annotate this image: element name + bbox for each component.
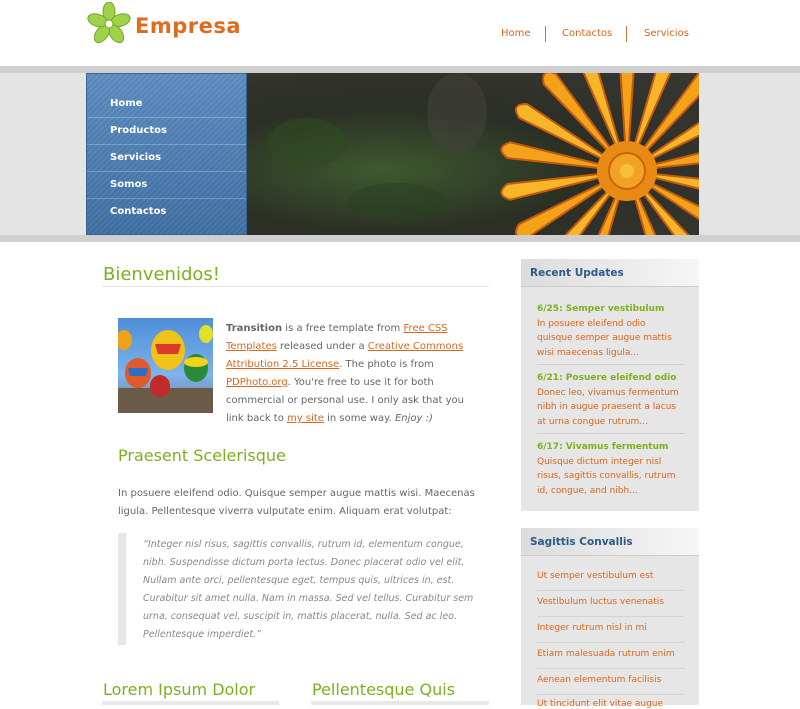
topnav-home[interactable]: Home (501, 28, 531, 39)
sidebar-link[interactable]: Ut semper vestibulum est (537, 571, 653, 581)
intro-paragraph: Transition is a free template from Free … (226, 320, 476, 428)
blockquote: “Integer nisl risus, sagittis convallis,… (143, 539, 474, 640)
my-site-link[interactable]: my site (287, 413, 324, 424)
update-item[interactable]: 6/21: Posuere eleifend odio Donec leo, v… (537, 371, 682, 429)
update-item[interactable]: 6/17: Vivamus fermentum Quisque dictum i… (537, 440, 682, 498)
update-body[interactable]: Quisque dictum integer nisl risus, sagit… (537, 455, 682, 499)
update-divider (537, 364, 685, 365)
heading-divider (102, 286, 489, 287)
blockquote-bar (118, 533, 126, 645)
link-divider (537, 642, 685, 643)
update-body[interactable]: Donec leo, vivamus fermentum nibh in aug… (537, 386, 682, 430)
topnav-divider (626, 26, 627, 42)
link-divider (537, 694, 685, 695)
sidenav-item-servicios[interactable]: Servicios (87, 145, 246, 172)
page-title: Bienvenidos! (103, 264, 220, 285)
sidenav-label: Home (110, 98, 143, 109)
balloons-thumbnail-image (118, 318, 213, 413)
bottom-right-heading: Pellentesque Quis (312, 680, 455, 699)
recent-updates-title: Recent Updates (530, 267, 624, 279)
hero-bottom-band (0, 235, 800, 242)
link-divider (537, 668, 685, 669)
enjoy-text: Enjoy :) (394, 413, 433, 424)
sidenav-label: Servicios (110, 152, 162, 163)
sagittis-convallis-title: Sagittis Convallis (530, 536, 633, 548)
sidebar-link[interactable]: Etiam malesuada rutrum enim (537, 649, 675, 659)
sidenav-item-productos[interactable]: Productos (87, 118, 246, 145)
topnav-servicios[interactable]: Servicios (644, 28, 689, 39)
brand-name[interactable]: Empresa (135, 14, 241, 38)
hero-top-band (0, 66, 800, 73)
pdphoto-link[interactable]: PDPhoto.org (226, 377, 288, 388)
sidebar-link[interactable]: Integer rutrum nisl in mi (537, 623, 647, 633)
sidenav-item-contactos[interactable]: Contactos (87, 199, 246, 226)
header: Empresa Home Contactos Servicios (0, 0, 800, 66)
sidenav-item-somos[interactable]: Somos (87, 172, 246, 199)
section-heading: Praesent Scelerisque (118, 446, 286, 465)
gazania-flower-image (267, 73, 699, 235)
update-body[interactable]: In posuere eleifend odio quisque semper … (537, 317, 682, 361)
body-paragraph: In posuere eleifend odio. Quisque semper… (118, 488, 475, 517)
sidebar-link[interactable]: Ut tincidunt elit vitae augue (537, 699, 663, 709)
sidenav-label: Productos (110, 125, 167, 136)
intro-text: in some way. (323, 413, 395, 424)
hero-flower-image (247, 73, 699, 235)
sidenav-label: Somos (110, 179, 148, 190)
update-item[interactable]: 6/25: Semper vestibulum In posuere eleif… (537, 302, 682, 360)
intro-text: released under a (276, 341, 368, 352)
side-navigation: Home Productos Servicios Somos Contactos (86, 73, 247, 235)
link-divider (537, 590, 685, 591)
topnav-divider (545, 26, 546, 42)
bottom-left-heading: Lorem Ipsum Dolor (103, 680, 256, 699)
sidenav-item-home[interactable]: Home (87, 91, 246, 118)
topnav-contactos[interactable]: Contactos (562, 28, 612, 39)
flower-logo-icon (87, 2, 131, 44)
update-divider (537, 433, 685, 434)
sidenav-label: Contactos (110, 206, 167, 217)
template-name: Transition (226, 323, 283, 334)
intro-text: . The photo is from (339, 359, 434, 370)
intro-text: is a free template from (282, 323, 404, 334)
bottom-left-divider (102, 701, 279, 705)
sidebar-link[interactable]: Aenean elementum facilisis (537, 675, 661, 685)
sidebar-link[interactable]: Vestibulum luctus venenatis (537, 597, 664, 607)
update-title[interactable]: 6/21: Posuere eleifend odio (537, 371, 682, 386)
link-divider (537, 616, 685, 617)
recent-updates-header: Recent Updates (521, 259, 699, 287)
bottom-right-divider (311, 701, 489, 705)
sagittis-convallis-header: Sagittis Convallis (521, 528, 699, 556)
update-title[interactable]: 6/17: Vivamus fermentum (537, 440, 682, 455)
update-title[interactable]: 6/25: Semper vestibulum (537, 302, 682, 317)
